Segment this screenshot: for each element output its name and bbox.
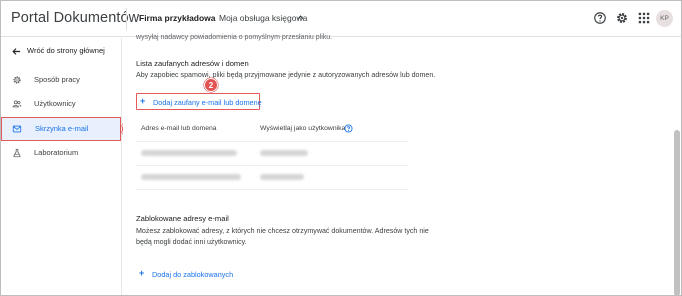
help-icon[interactable] bbox=[593, 11, 607, 25]
gear-icon[interactable] bbox=[615, 11, 629, 25]
add-blocked-button[interactable]: + Dodaj do zablokowanych bbox=[136, 266, 246, 283]
column-header-display-as: Wyświetlaj jako użytkownika bbox=[260, 125, 346, 132]
scrollbar-thumb[interactable] bbox=[674, 130, 680, 295]
sidebar-item-work-mode[interactable]: Sposób pracy bbox=[1, 68, 121, 92]
sidebar-item-laboratory[interactable]: Laboratorium bbox=[1, 141, 121, 165]
plus-icon: + bbox=[139, 268, 145, 278]
apps-grid-icon[interactable] bbox=[637, 11, 651, 25]
blocked-section-description: Możesz zablokować adresy, z których nie … bbox=[136, 227, 429, 246]
column-header-address: Adres e-mail lub domena bbox=[141, 125, 217, 132]
app-title[interactable]: Portal Dokumentów bbox=[11, 10, 139, 26]
trusted-section-title: Lista zaufanych adresów i domen bbox=[136, 59, 249, 68]
table-divider bbox=[136, 189, 408, 190]
flask-icon bbox=[13, 148, 21, 158]
redacted-email bbox=[141, 150, 237, 156]
table-row[interactable] bbox=[136, 165, 408, 188]
header-divider bbox=[126, 8, 127, 30]
arrow-left-icon bbox=[12, 48, 21, 55]
gear-icon bbox=[13, 76, 21, 84]
add-trusted-label: Dodaj zaufany e-mail lub domenę bbox=[153, 98, 262, 107]
sidebar-item-label: Użytkownicy bbox=[34, 99, 76, 108]
redacted-email bbox=[141, 174, 241, 180]
avatar[interactable]: KP bbox=[656, 10, 673, 27]
help-circle-icon[interactable] bbox=[344, 124, 353, 133]
back-to-home-link[interactable]: Wróć do strony głównej bbox=[1, 44, 121, 60]
redacted-user bbox=[260, 174, 304, 180]
sidebar-item-label: Laboratorium bbox=[34, 148, 79, 157]
main-content: wysyłaj nadawcy powiadomienia o pomyślny… bbox=[123, 34, 671, 295]
trusted-section-description: Aby zapobiec spamowi, pliki będą przyjmo… bbox=[136, 71, 436, 79]
sidebar-item-label: Sposób pracy bbox=[34, 75, 80, 84]
sidebar-item-label: Skrzynka e-mail bbox=[35, 124, 89, 133]
step-marker-2: 2 bbox=[204, 78, 218, 92]
service-selector[interactable]: Moja obsługa księgowa bbox=[219, 13, 307, 23]
company-name[interactable]: Firma przykładowa bbox=[139, 13, 216, 23]
mail-icon bbox=[12, 125, 22, 133]
scrollbar[interactable] bbox=[673, 38, 681, 295]
add-trusted-email-button[interactable]: + Dodaj zaufany e-mail lub domenę bbox=[136, 93, 262, 110]
table-row[interactable] bbox=[136, 141, 408, 164]
redacted-user bbox=[260, 150, 308, 156]
users-icon bbox=[12, 100, 22, 108]
sidebar-item-users[interactable]: Użytkownicy bbox=[1, 92, 121, 116]
add-blocked-label: Dodaj do zablokowanych bbox=[152, 270, 234, 279]
plus-icon: + bbox=[140, 96, 146, 106]
back-label: Wróć do strony głównej bbox=[27, 46, 105, 55]
sidebar: Wróć do strony głównej Sposób pracy Użyt… bbox=[1, 38, 122, 295]
app-window: Portal Dokumentów Firma przykładowa Moja… bbox=[0, 0, 682, 296]
truncated-description: wysyłaj nadawcy powiadomienia o pomyślny… bbox=[136, 34, 333, 41]
blocked-section-title: Zablokowane adresy e-mail bbox=[136, 214, 229, 223]
chevron-up-icon[interactable] bbox=[297, 14, 304, 21]
sidebar-item-email-inbox[interactable]: Skrzynka e-mail bbox=[1, 117, 121, 141]
top-bar: Portal Dokumentów Firma przykładowa Moja… bbox=[1, 1, 681, 37]
